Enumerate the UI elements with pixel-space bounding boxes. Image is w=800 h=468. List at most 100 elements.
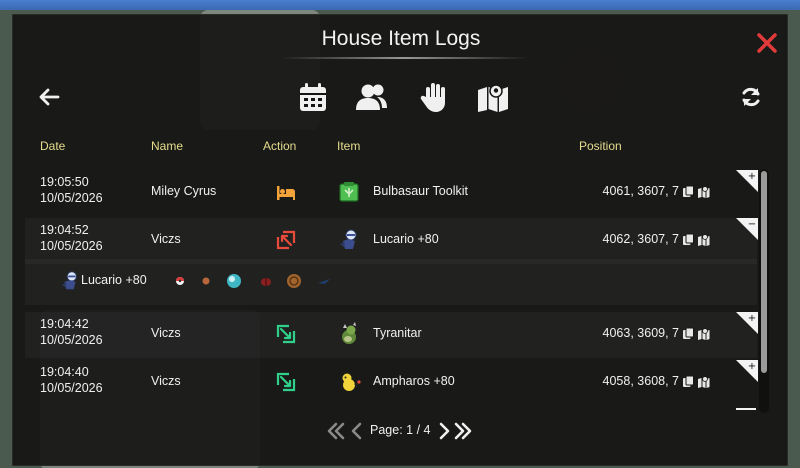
ampharos-icon <box>342 373 361 391</box>
row-datetime: 19:04:52 10/05/2026 <box>40 222 103 254</box>
row-time: 19:04:40 <box>40 365 89 379</box>
row-position: 4061, 3607, 7 <box>602 184 679 198</box>
refresh-icon <box>742 87 760 107</box>
filter-position-button[interactable] <box>475 79 511 115</box>
arrow-left-icon <box>39 88 60 106</box>
map-marker-icon[interactable] <box>697 375 710 388</box>
close-button[interactable] <box>755 31 779 55</box>
logs-window: House Item Logs Date Name Action Item Po… <box>12 14 788 466</box>
top-strip <box>0 0 800 10</box>
bed-icon <box>277 186 295 200</box>
expand-row-button[interactable]: + <box>736 312 758 334</box>
row-date: 10/05/2026 <box>40 333 103 347</box>
table-row[interactable]: 19:04:42 10/05/2026 Viczs Tyranitar 4063… <box>25 312 758 358</box>
expand-row-button[interactable]: + <box>736 170 758 192</box>
collapse-row-button[interactable]: − <box>736 218 758 240</box>
row-item-name: Ampharos +80 <box>373 374 455 388</box>
window-title: House Item Logs <box>321 27 481 50</box>
expand-toggle-glyph: + <box>748 313 756 324</box>
row-item-name: Tyranitar <box>373 326 422 340</box>
row-detail-panel: Lucario +80 <box>25 259 757 305</box>
previous-page-button[interactable] <box>347 421 367 441</box>
expand-toggle-icon: + <box>736 170 758 192</box>
row-datetime: 19:04:42 10/05/2026 <box>40 316 103 348</box>
row-datetime: 19:05:50 10/05/2026 <box>40 174 103 206</box>
lucario-icon <box>61 271 77 290</box>
expand-row-button[interactable]: + <box>736 360 758 382</box>
cookie-icon <box>287 274 301 288</box>
lucario-icon <box>340 229 357 249</box>
row-datetime: 19:04:40 10/05/2026 <box>40 364 103 396</box>
map-icon <box>478 84 508 112</box>
expand-toggle-glyph: + <box>748 361 756 372</box>
row-item-name: Bulbasaur Toolkit <box>373 184 468 198</box>
arrow-out-icon <box>276 230 296 250</box>
row-position: 4062, 3607, 7 <box>602 232 679 246</box>
expand-toggle-icon: + <box>736 312 758 334</box>
copy-icon[interactable] <box>682 327 695 340</box>
column-header-item: Item <box>337 139 361 153</box>
pokeball-icon <box>176 277 184 285</box>
users-icon <box>356 84 387 110</box>
filter-action-button[interactable] <box>417 79 453 115</box>
row-date: 10/05/2026 <box>40 239 103 253</box>
row-time: 19:04:42 <box>40 317 89 331</box>
row-player-name: Miley Cyrus <box>151 184 217 198</box>
row-item-name: Lucario +80 <box>373 232 439 246</box>
last-page-button[interactable] <box>453 421 473 441</box>
row-player-name: Viczs <box>151 232 181 246</box>
page-indicator: Page: 1 / 4 <box>370 423 431 437</box>
stone-icon <box>202 277 210 285</box>
detail-item-name: Lucario +80 <box>81 273 147 287</box>
map-marker-icon[interactable] <box>697 327 710 340</box>
table-row[interactable]: 19:04:52 10/05/2026 Viczs Lucario +80 40… <box>25 218 758 264</box>
column-header-name: Name <box>151 139 184 153</box>
collapse-toggle-glyph: − <box>748 219 756 230</box>
next-page-button[interactable] <box>434 421 454 441</box>
back-button[interactable] <box>37 85 61 109</box>
arrow-in-icon <box>276 324 296 344</box>
expand-toggle-icon: + <box>736 360 758 382</box>
partial-row-indicator <box>736 408 756 410</box>
first-page-button[interactable] <box>326 421 346 441</box>
row-player-name: Viczs <box>151 374 181 388</box>
expand-toggle-glyph: + <box>748 171 756 182</box>
title-underline <box>281 57 529 59</box>
row-player-name: Viczs <box>151 326 181 340</box>
filter-users-button[interactable] <box>353 79 389 115</box>
row-time: 19:04:52 <box>40 223 89 237</box>
double-chevron-right-icon <box>454 422 472 440</box>
refresh-button[interactable] <box>739 85 763 109</box>
copy-icon[interactable] <box>682 233 695 246</box>
scrollbar-thumb[interactable] <box>761 171 767 373</box>
column-header-action: Action <box>263 139 297 153</box>
orb-icon <box>227 274 241 288</box>
map-marker-icon[interactable] <box>697 185 710 198</box>
chevron-right-icon <box>439 422 450 440</box>
chevron-left-icon <box>351 422 362 440</box>
column-header-date: Date <box>40 139 66 153</box>
double-chevron-left-icon <box>327 422 345 440</box>
arrow-in-icon <box>276 372 296 392</box>
copy-icon[interactable] <box>682 375 695 388</box>
feather-icon <box>318 279 330 284</box>
calendar-icon <box>300 83 326 111</box>
collapse-toggle-icon: − <box>736 218 758 240</box>
hand-icon <box>420 83 445 112</box>
row-position: 4058, 3608, 7 <box>602 374 679 388</box>
copy-icon[interactable] <box>682 185 695 198</box>
close-icon <box>757 33 777 53</box>
row-date: 10/05/2026 <box>40 191 103 205</box>
beetle-icon <box>261 278 271 286</box>
pagination: Page: 1 / 4 <box>13 419 789 443</box>
row-position: 4063, 3609, 7 <box>602 326 679 340</box>
row-date: 10/05/2026 <box>40 381 103 395</box>
table-row[interactable]: 19:04:40 10/05/2026 Viczs Ampharos +80 4… <box>25 360 758 406</box>
column-header-position: Position <box>579 139 622 153</box>
table-row[interactable]: 19:05:50 10/05/2026 Miley Cyrus Bulbasau… <box>25 170 758 216</box>
map-marker-icon[interactable] <box>697 233 710 246</box>
bulbasaur-toolkit-icon <box>339 182 359 202</box>
tyranitar-icon <box>342 322 356 344</box>
filter-date-button[interactable] <box>295 79 331 115</box>
row-time: 19:05:50 <box>40 175 89 189</box>
